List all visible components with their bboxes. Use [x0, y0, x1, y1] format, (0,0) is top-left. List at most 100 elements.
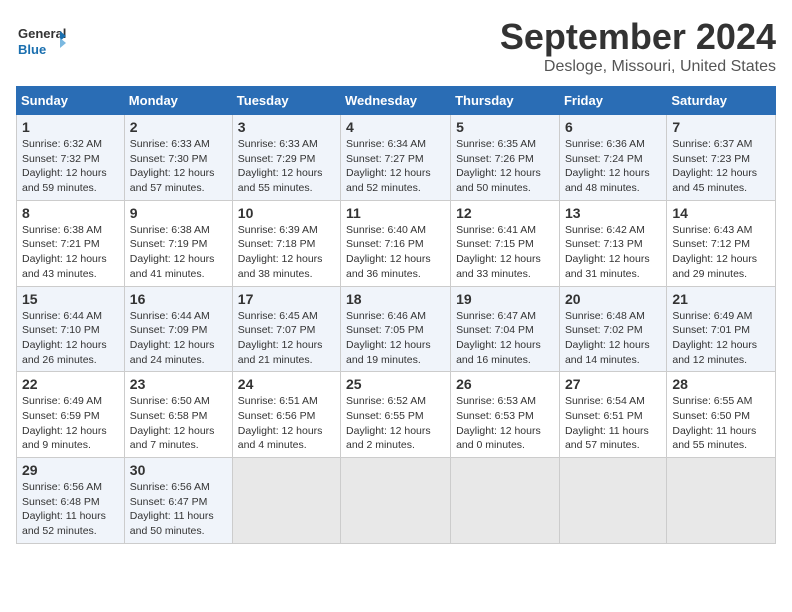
day-number: 7: [672, 119, 770, 135]
logo: General Blue: [16, 16, 66, 66]
calendar-cell: 19 Sunrise: 6:47 AMSunset: 7:04 PMDaylig…: [451, 286, 560, 372]
day-number: 15: [22, 291, 119, 307]
calendar-week-row: 1 Sunrise: 6:32 AMSunset: 7:32 PMDayligh…: [17, 115, 776, 201]
day-info: Sunrise: 6:42 AMSunset: 7:13 PMDaylight:…: [565, 224, 650, 280]
day-info: Sunrise: 6:43 AMSunset: 7:12 PMDaylight:…: [672, 224, 757, 280]
day-info: Sunrise: 6:51 AMSunset: 6:56 PMDaylight:…: [238, 395, 323, 451]
page-title: September 2024: [500, 16, 776, 58]
day-number: 23: [130, 376, 227, 392]
calendar-cell: 24 Sunrise: 6:51 AMSunset: 6:56 PMDaylig…: [232, 372, 340, 458]
day-info: Sunrise: 6:47 AMSunset: 7:04 PMDaylight:…: [456, 310, 541, 366]
day-info: Sunrise: 6:33 AMSunset: 7:30 PMDaylight:…: [130, 138, 215, 194]
calendar-cell: 8 Sunrise: 6:38 AMSunset: 7:21 PMDayligh…: [17, 200, 125, 286]
day-number: 16: [130, 291, 227, 307]
day-number: 20: [565, 291, 661, 307]
calendar-cell: 22 Sunrise: 6:49 AMSunset: 6:59 PMDaylig…: [17, 372, 125, 458]
calendar-cell: 15 Sunrise: 6:44 AMSunset: 7:10 PMDaylig…: [17, 286, 125, 372]
day-info: Sunrise: 6:50 AMSunset: 6:58 PMDaylight:…: [130, 395, 215, 451]
day-info: Sunrise: 6:52 AMSunset: 6:55 PMDaylight:…: [346, 395, 431, 451]
svg-text:Blue: Blue: [18, 42, 46, 57]
calendar-cell: 20 Sunrise: 6:48 AMSunset: 7:02 PMDaylig…: [559, 286, 666, 372]
svg-text:General: General: [18, 26, 66, 41]
calendar-cell: [559, 458, 666, 544]
calendar-week-row: 15 Sunrise: 6:44 AMSunset: 7:10 PMDaylig…: [17, 286, 776, 372]
day-number: 19: [456, 291, 554, 307]
calendar-cell: 9 Sunrise: 6:38 AMSunset: 7:19 PMDayligh…: [124, 200, 232, 286]
calendar-cell: 26 Sunrise: 6:53 AMSunset: 6:53 PMDaylig…: [451, 372, 560, 458]
page-header: General Blue September 2024 Desloge, Mis…: [16, 16, 776, 76]
day-info: Sunrise: 6:53 AMSunset: 6:53 PMDaylight:…: [456, 395, 541, 451]
calendar-week-row: 29 Sunrise: 6:56 AMSunset: 6:48 PMDaylig…: [17, 458, 776, 544]
day-number: 21: [672, 291, 770, 307]
day-info: Sunrise: 6:38 AMSunset: 7:21 PMDaylight:…: [22, 224, 107, 280]
calendar-cell: 3 Sunrise: 6:33 AMSunset: 7:29 PMDayligh…: [232, 115, 340, 201]
logo-svg: General Blue: [16, 16, 66, 66]
day-number: 29: [22, 462, 119, 478]
day-info: Sunrise: 6:54 AMSunset: 6:51 PMDaylight:…: [565, 395, 649, 451]
day-number: 27: [565, 376, 661, 392]
day-info: Sunrise: 6:44 AMSunset: 7:09 PMDaylight:…: [130, 310, 215, 366]
day-number: 9: [130, 205, 227, 221]
calendar-cell: 28 Sunrise: 6:55 AMSunset: 6:50 PMDaylig…: [667, 372, 776, 458]
day-number: 8: [22, 205, 119, 221]
calendar-table: Sunday Monday Tuesday Wednesday Thursday…: [16, 86, 776, 544]
day-number: 11: [346, 205, 445, 221]
calendar-cell: [451, 458, 560, 544]
calendar-cell: [667, 458, 776, 544]
calendar-cell: 16 Sunrise: 6:44 AMSunset: 7:09 PMDaylig…: [124, 286, 232, 372]
calendar-cell: 13 Sunrise: 6:42 AMSunset: 7:13 PMDaylig…: [559, 200, 666, 286]
calendar-cell: 21 Sunrise: 6:49 AMSunset: 7:01 PMDaylig…: [667, 286, 776, 372]
day-info: Sunrise: 6:36 AMSunset: 7:24 PMDaylight:…: [565, 138, 650, 194]
day-info: Sunrise: 6:32 AMSunset: 7:32 PMDaylight:…: [22, 138, 107, 194]
calendar-cell: [341, 458, 451, 544]
day-number: 5: [456, 119, 554, 135]
calendar-cell: 25 Sunrise: 6:52 AMSunset: 6:55 PMDaylig…: [341, 372, 451, 458]
calendar-cell: 17 Sunrise: 6:45 AMSunset: 7:07 PMDaylig…: [232, 286, 340, 372]
day-number: 25: [346, 376, 445, 392]
day-number: 3: [238, 119, 335, 135]
day-number: 10: [238, 205, 335, 221]
day-info: Sunrise: 6:49 AMSunset: 7:01 PMDaylight:…: [672, 310, 757, 366]
day-info: Sunrise: 6:48 AMSunset: 7:02 PMDaylight:…: [565, 310, 650, 366]
day-info: Sunrise: 6:41 AMSunset: 7:15 PMDaylight:…: [456, 224, 541, 280]
title-area: September 2024 Desloge, Missouri, United…: [500, 16, 776, 76]
day-number: 1: [22, 119, 119, 135]
day-info: Sunrise: 6:44 AMSunset: 7:10 PMDaylight:…: [22, 310, 107, 366]
header-wednesday: Wednesday: [341, 87, 451, 115]
day-info: Sunrise: 6:45 AMSunset: 7:07 PMDaylight:…: [238, 310, 323, 366]
calendar-cell: 10 Sunrise: 6:39 AMSunset: 7:18 PMDaylig…: [232, 200, 340, 286]
calendar-cell: 29 Sunrise: 6:56 AMSunset: 6:48 PMDaylig…: [17, 458, 125, 544]
day-number: 30: [130, 462, 227, 478]
header-tuesday: Tuesday: [232, 87, 340, 115]
day-number: 28: [672, 376, 770, 392]
header-monday: Monday: [124, 87, 232, 115]
header-saturday: Saturday: [667, 87, 776, 115]
calendar-week-row: 22 Sunrise: 6:49 AMSunset: 6:59 PMDaylig…: [17, 372, 776, 458]
day-info: Sunrise: 6:46 AMSunset: 7:05 PMDaylight:…: [346, 310, 431, 366]
calendar-cell: 23 Sunrise: 6:50 AMSunset: 6:58 PMDaylig…: [124, 372, 232, 458]
calendar-cell: 7 Sunrise: 6:37 AMSunset: 7:23 PMDayligh…: [667, 115, 776, 201]
calendar-cell: 12 Sunrise: 6:41 AMSunset: 7:15 PMDaylig…: [451, 200, 560, 286]
calendar-header-row: Sunday Monday Tuesday Wednesday Thursday…: [17, 87, 776, 115]
day-info: Sunrise: 6:39 AMSunset: 7:18 PMDaylight:…: [238, 224, 323, 280]
day-info: Sunrise: 6:56 AMSunset: 6:48 PMDaylight:…: [22, 481, 106, 537]
day-number: 18: [346, 291, 445, 307]
header-friday: Friday: [559, 87, 666, 115]
day-number: 4: [346, 119, 445, 135]
calendar-cell: 14 Sunrise: 6:43 AMSunset: 7:12 PMDaylig…: [667, 200, 776, 286]
day-number: 12: [456, 205, 554, 221]
day-info: Sunrise: 6:55 AMSunset: 6:50 PMDaylight:…: [672, 395, 756, 451]
calendar-cell: 1 Sunrise: 6:32 AMSunset: 7:32 PMDayligh…: [17, 115, 125, 201]
day-info: Sunrise: 6:37 AMSunset: 7:23 PMDaylight:…: [672, 138, 757, 194]
calendar-cell: 11 Sunrise: 6:40 AMSunset: 7:16 PMDaylig…: [341, 200, 451, 286]
day-number: 26: [456, 376, 554, 392]
header-thursday: Thursday: [451, 87, 560, 115]
day-info: Sunrise: 6:35 AMSunset: 7:26 PMDaylight:…: [456, 138, 541, 194]
calendar-cell: 18 Sunrise: 6:46 AMSunset: 7:05 PMDaylig…: [341, 286, 451, 372]
day-info: Sunrise: 6:56 AMSunset: 6:47 PMDaylight:…: [130, 481, 214, 537]
day-number: 22: [22, 376, 119, 392]
day-info: Sunrise: 6:33 AMSunset: 7:29 PMDaylight:…: [238, 138, 323, 194]
calendar-cell: 5 Sunrise: 6:35 AMSunset: 7:26 PMDayligh…: [451, 115, 560, 201]
day-info: Sunrise: 6:34 AMSunset: 7:27 PMDaylight:…: [346, 138, 431, 194]
page-subtitle: Desloge, Missouri, United States: [500, 58, 776, 76]
